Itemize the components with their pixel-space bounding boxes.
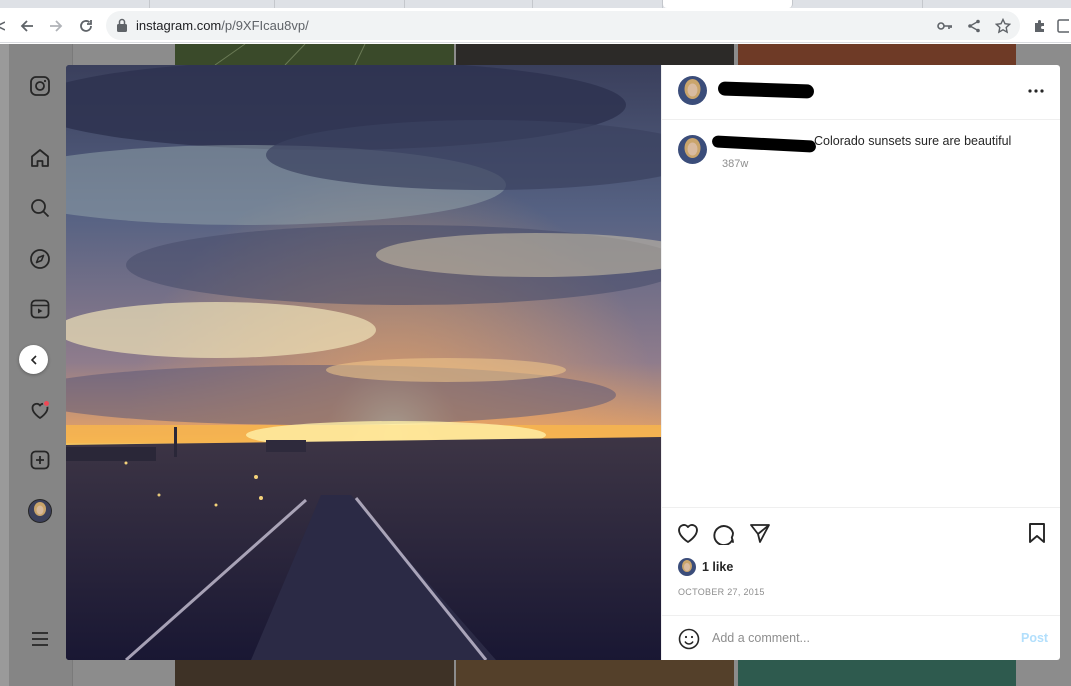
- browser-tab[interactable]: [793, 0, 923, 8]
- reels-icon[interactable]: [28, 297, 52, 321]
- lock-icon[interactable]: [116, 18, 128, 37]
- post-modal: Colorado sunsets sure are beautiful 387w: [66, 65, 1060, 660]
- page-left-edge: [0, 44, 9, 686]
- like-icon[interactable]: [675, 520, 701, 546]
- post-comment-button[interactable]: Post: [1021, 631, 1048, 645]
- browser-tab[interactable]: [533, 0, 663, 8]
- likes-row: 1 like: [678, 558, 733, 576]
- back-icon[interactable]: [13, 8, 41, 43]
- feed-tile[interactable]: [738, 44, 1016, 65]
- redacted-caption-username[interactable]: [711, 135, 817, 153]
- feed-tile[interactable]: [456, 44, 734, 65]
- feed-tile[interactable]: [175, 660, 454, 686]
- more-options-icon[interactable]: [1026, 81, 1046, 101]
- feed-tile[interactable]: [456, 660, 734, 686]
- browser-tab[interactable]: [150, 0, 275, 8]
- share-page-icon[interactable]: [965, 17, 983, 35]
- browser-toolbar: instagram.com/p/9XFIcau8vp/: [0, 8, 1071, 43]
- explore-icon[interactable]: [28, 247, 52, 271]
- browser-tab[interactable]: [275, 0, 405, 8]
- caption-author-avatar[interactable]: [678, 135, 707, 164]
- comment-icon[interactable]: [711, 520, 737, 546]
- address-bar[interactable]: instagram.com/p/9XFIcau8vp/: [106, 11, 1020, 40]
- likes-count[interactable]: 1 like: [702, 560, 733, 574]
- bookmark-star-icon[interactable]: [994, 17, 1012, 35]
- post-actions: 1 like OCTOBER 27, 2015: [662, 507, 1060, 615]
- save-icon[interactable]: [1024, 520, 1050, 546]
- chevron-left-icon: [30, 354, 37, 365]
- share-icon[interactable]: [0, 8, 8, 43]
- post-photo[interactable]: [66, 65, 661, 660]
- url-host: instagram.com: [136, 18, 222, 33]
- heart-notifications-icon[interactable]: [28, 398, 52, 422]
- side-panel-icon[interactable]: [1054, 8, 1071, 43]
- post-date[interactable]: OCTOBER 27, 2015: [678, 587, 765, 597]
- home-icon[interactable]: [28, 146, 52, 170]
- browser-tab[interactable]: [405, 0, 533, 8]
- page-background: Colorado sunsets sure are beautiful 387w: [0, 44, 1071, 686]
- caption-timestamp[interactable]: 387w: [722, 158, 748, 170]
- search-icon[interactable]: [28, 196, 52, 220]
- sunset-road-photo: [66, 65, 661, 660]
- profile-avatar[interactable]: [28, 499, 52, 523]
- reload-icon[interactable]: [72, 8, 100, 43]
- create-icon[interactable]: [28, 448, 52, 472]
- extensions-icon[interactable]: [1026, 8, 1054, 43]
- menu-icon[interactable]: [28, 627, 52, 651]
- comment-bar: Post: [662, 615, 1060, 660]
- post-details-panel: Colorado sunsets sure are beautiful 387w: [661, 65, 1060, 660]
- post-header: [662, 65, 1060, 120]
- comment-input[interactable]: [712, 626, 1002, 650]
- url-path: /p/9XFIcau8vp/: [221, 18, 309, 33]
- share-icon[interactable]: [747, 520, 773, 546]
- feed-tile[interactable]: [738, 660, 1016, 686]
- liker-avatar[interactable]: [678, 558, 696, 576]
- forward-icon[interactable]: [42, 8, 70, 43]
- emoji-icon[interactable]: [678, 628, 700, 650]
- author-avatar[interactable]: [678, 76, 707, 105]
- key-icon[interactable]: [936, 17, 954, 35]
- browser-tab-strip: [0, 0, 1071, 8]
- redacted-username[interactable]: [717, 81, 815, 99]
- browser-tab[interactable]: [0, 0, 150, 8]
- browser-tab-active[interactable]: [663, 0, 793, 8]
- previous-post-button[interactable]: [19, 345, 48, 374]
- instagram-logo-icon[interactable]: [28, 74, 52, 98]
- url-text[interactable]: instagram.com/p/9XFIcau8vp/: [136, 18, 309, 33]
- caption-text: Colorado sunsets sure are beautiful: [814, 134, 1012, 148]
- feed-tile[interactable]: [175, 44, 454, 66]
